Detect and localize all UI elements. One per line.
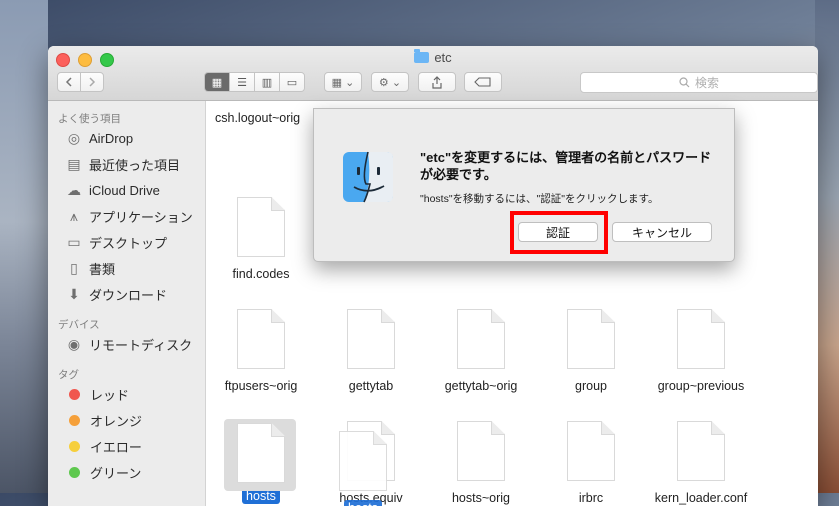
- orange-tag-dot-icon: [69, 414, 80, 426]
- file-item[interactable]: kern_loader.conf: [646, 421, 756, 505]
- file-item[interactable]: gettytab~orig: [426, 309, 536, 393]
- tag-icon: [474, 77, 491, 87]
- document-icon: [347, 309, 395, 369]
- action-button[interactable]: ⚙ ⌄: [371, 72, 409, 92]
- titlebar: etc ▦ ☰ ▥ ▭ ▦ ⌄ ⚙ ⌄ 検索: [48, 46, 818, 101]
- document-icon: [677, 421, 725, 481]
- forward-button[interactable]: [80, 72, 104, 92]
- desktop-background-right: [815, 0, 839, 493]
- airdrop-icon: ◎: [67, 129, 81, 146]
- annotation-highlight-box: [510, 211, 608, 254]
- cloud-icon: ☁: [67, 181, 81, 198]
- grid-icon: ▦ ⌄: [331, 76, 355, 89]
- tags-header: タグ: [58, 369, 79, 381]
- share-button[interactable]: [418, 72, 456, 92]
- tags-button[interactable]: [464, 72, 502, 92]
- column-view-button[interactable]: ▥: [255, 73, 280, 91]
- back-button[interactable]: [57, 72, 81, 92]
- document-icon: [567, 421, 615, 481]
- sidebar-item-icloud-drive[interactable]: ☁ iCloud Drive: [48, 177, 205, 203]
- search-placeholder: 検索: [694, 76, 719, 90]
- sidebar-item-tag-orange[interactable]: オレンジ: [48, 407, 205, 433]
- sidebar-item-downloads[interactable]: ⬇ ダウンロード: [48, 281, 205, 307]
- dragged-file[interactable]: hosts: [308, 431, 418, 506]
- file-item[interactable]: irbrc: [536, 421, 646, 505]
- view-mode-selector: ▦ ☰ ▥ ▭: [204, 72, 305, 92]
- file-item[interactable]: gettytab: [316, 309, 426, 393]
- finder-icon: [343, 151, 393, 203]
- arrange-button[interactable]: ▦ ⌄: [324, 72, 362, 92]
- document-icon: [457, 421, 505, 481]
- file-item[interactable]: ftpusers~orig: [206, 309, 316, 393]
- dialog-title: "etc"を変更するには、管理者の名前とパスワードが必要です。: [420, 150, 712, 182]
- applications-icon: ⩚: [70, 207, 78, 224]
- sidebar-item-remote-disc[interactable]: ◉ リモートディスク: [48, 331, 205, 357]
- document-icon: [457, 309, 505, 369]
- icon-view-button[interactable]: ▦: [205, 73, 230, 91]
- file-label-partial[interactable]: csh.logout~orig: [215, 111, 300, 125]
- file-item[interactable]: find.codes: [206, 197, 316, 281]
- file-item[interactable]: group~previous: [646, 309, 756, 393]
- chevron-left-icon: [65, 77, 72, 87]
- document-icon: [237, 423, 285, 483]
- red-tag-dot-icon: [69, 388, 80, 400]
- yellow-tag-dot-icon: [69, 440, 80, 452]
- search-field[interactable]: 検索: [580, 72, 818, 93]
- desktop-background-left: [0, 0, 48, 493]
- sidebar-item-tag-yellow[interactable]: イエロー: [48, 433, 205, 459]
- documents-icon: ▯: [70, 259, 78, 276]
- desktop-icon: ▭: [67, 233, 81, 250]
- document-icon: [677, 309, 725, 369]
- file-item[interactable]: hosts~orig: [426, 421, 536, 505]
- sidebar-item-applications[interactable]: ⩚ アプリケーション: [48, 203, 205, 229]
- disc-icon: ◉: [67, 335, 81, 352]
- sidebar-item-desktop[interactable]: ▭ デスクトップ: [48, 229, 205, 255]
- sidebar: よく使う項目 ◎ AirDrop ▤ 最近使った項目 ☁ iCloud Drive ⩚…: [48, 101, 206, 506]
- chevron-right-icon: [89, 77, 96, 87]
- sidebar-item-airdrop[interactable]: ◎ AirDrop: [48, 125, 205, 151]
- devices-header: デバイス: [58, 319, 100, 331]
- document-icon: [237, 197, 285, 257]
- dialog-message: "hosts"を移動するには、"認証"をクリックします。: [420, 193, 659, 205]
- recents-icon: ▤: [67, 155, 81, 172]
- favorites-header: よく使う項目: [58, 113, 121, 125]
- sidebar-item-recents[interactable]: ▤ 最近使った項目: [48, 151, 205, 177]
- document-icon: [237, 309, 285, 369]
- folder-icon: [414, 49, 430, 63]
- green-tag-dot-icon: [69, 466, 80, 478]
- sidebar-item-tag-green[interactable]: グリーン: [48, 459, 205, 485]
- document-icon: [567, 309, 615, 369]
- search-icon: [679, 77, 690, 88]
- cancel-button[interactable]: キャンセル: [612, 222, 712, 242]
- sidebar-item-documents[interactable]: ▯ 書類: [48, 255, 205, 281]
- document-icon: [339, 431, 387, 491]
- coverflow-view-button[interactable]: ▭: [280, 73, 304, 91]
- window-title: etc: [48, 49, 818, 65]
- gear-icon: ⚙ ⌄: [378, 76, 402, 89]
- share-icon: [432, 75, 442, 89]
- downloads-icon: ⬇: [68, 285, 80, 302]
- list-view-button[interactable]: ☰: [230, 73, 255, 91]
- sidebar-item-tag-red[interactable]: レッド: [48, 381, 205, 407]
- file-item-selected[interactable]: hosts: [206, 419, 316, 504]
- file-item[interactable]: group: [536, 309, 646, 393]
